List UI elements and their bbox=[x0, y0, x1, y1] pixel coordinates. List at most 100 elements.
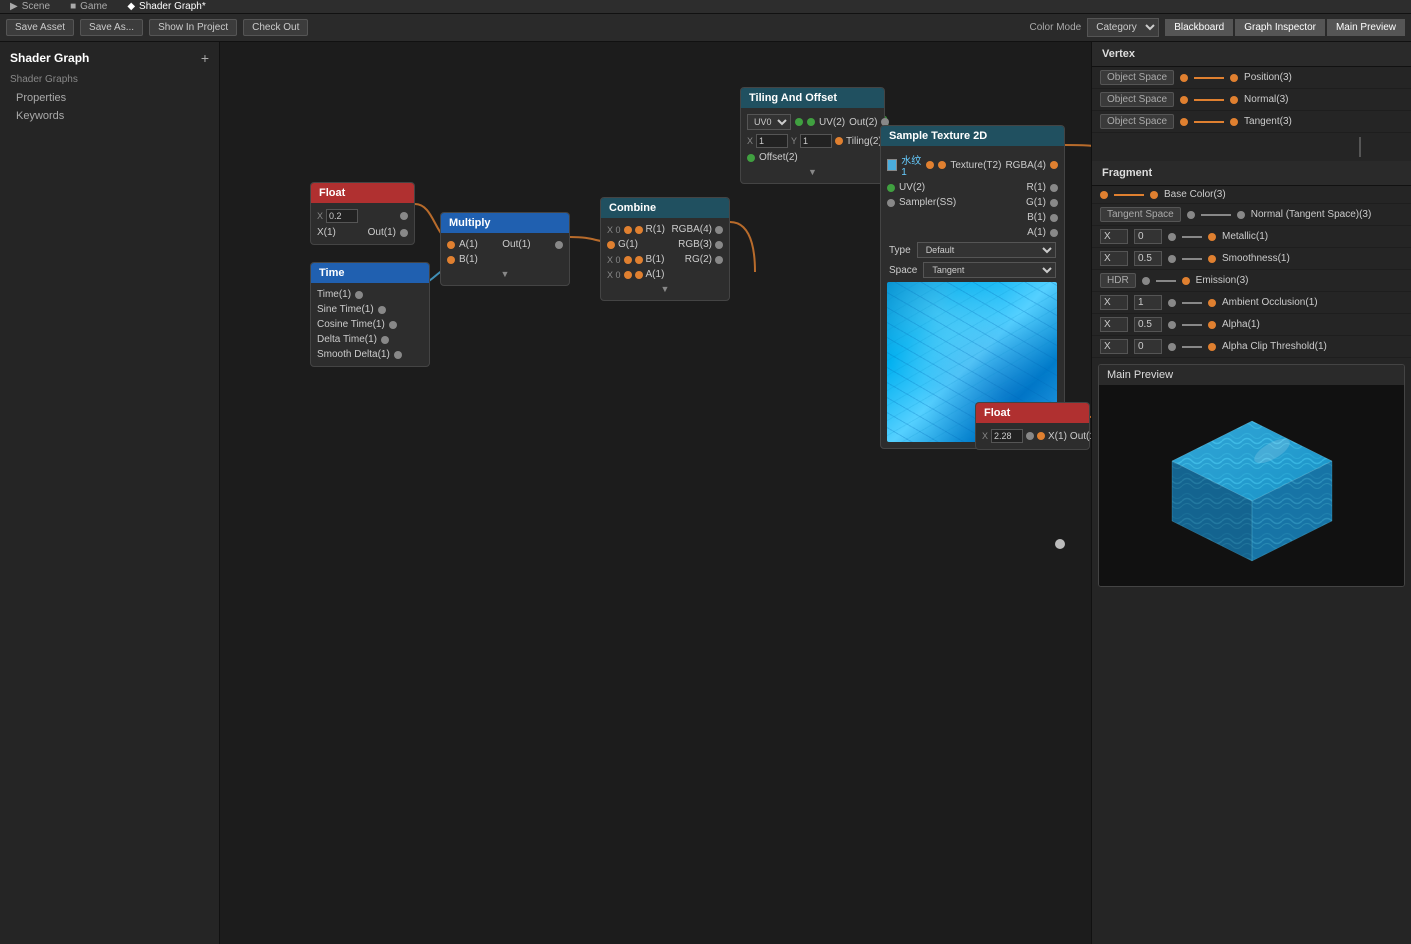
fragment-metallic-x-input[interactable] bbox=[1100, 229, 1128, 244]
fragment-row-alpha: Alpha(1) bbox=[1092, 314, 1411, 336]
multiply-port-b: B(1) bbox=[441, 252, 569, 267]
color-mode-select[interactable]: Category Precision bbox=[1087, 18, 1159, 37]
sidebar-add-button[interactable]: + bbox=[201, 50, 209, 66]
vertex-tangent-tag: Object Space bbox=[1100, 114, 1174, 129]
texture2d-sampler-port: Sampler(SS) G(1) bbox=[881, 195, 1064, 210]
time-port-time: Time(1) bbox=[311, 287, 429, 302]
sidebar-header: Shader Graph + bbox=[0, 42, 219, 70]
float2-in2-dot bbox=[1037, 432, 1045, 440]
tiling-offset-port: Offset(2) bbox=[741, 150, 884, 165]
float2-input-row: X X(1) Out(1) bbox=[976, 427, 1089, 445]
main-preview-header: Main Preview bbox=[1099, 365, 1404, 386]
time-port-sine: Sine Time(1) bbox=[311, 302, 429, 317]
tab-game[interactable]: ■ Game bbox=[66, 1, 111, 12]
main-preview-tab[interactable]: Main Preview bbox=[1327, 19, 1405, 36]
check-out-button[interactable]: Check Out bbox=[243, 19, 308, 36]
shadergraph-icon: ◆ bbox=[127, 1, 135, 12]
tab-scene[interactable]: ▶ Scene bbox=[6, 1, 54, 12]
sidebar-item-properties[interactable]: Properties bbox=[0, 89, 219, 107]
texture2d-uv-dot bbox=[887, 184, 895, 192]
fragment-smoothness-dot bbox=[1168, 255, 1176, 263]
fragment-ao-out-dot bbox=[1208, 299, 1216, 307]
fragment-smoothness-value-input[interactable] bbox=[1134, 251, 1162, 266]
multiply-port-a: A(1) Out(1) bbox=[441, 237, 569, 252]
fragment-smoothness-out-dot bbox=[1208, 255, 1216, 263]
graph-inspector-tab[interactable]: Graph Inspector bbox=[1235, 19, 1325, 36]
fragment-alphaclip-value-input[interactable] bbox=[1134, 339, 1162, 354]
fragment-alpha-value-input[interactable] bbox=[1134, 317, 1162, 332]
vertex-tangent-port: Tangent(3) bbox=[1244, 116, 1292, 127]
float2-value-input[interactable] bbox=[991, 429, 1023, 443]
tab-shadergraph[interactable]: ◆ Shader Graph* bbox=[123, 1, 209, 12]
combine-header: Combine bbox=[601, 198, 729, 218]
save-asset-button[interactable]: Save Asset bbox=[6, 19, 74, 36]
fragment-emission-line bbox=[1156, 280, 1176, 282]
blackboard-tab[interactable]: Blackboard bbox=[1165, 19, 1233, 36]
vertex-fragment-connector bbox=[1359, 137, 1361, 157]
float1-value-input[interactable] bbox=[326, 209, 358, 223]
fragment-alphaclip-line bbox=[1182, 346, 1202, 348]
time-dot-1 bbox=[378, 306, 386, 314]
tiling-x-input[interactable] bbox=[756, 134, 788, 148]
combine-g-dot bbox=[607, 241, 615, 249]
vertex-tangent-line-dot bbox=[1180, 118, 1188, 126]
sidebar-item-keywords[interactable]: Keywords bbox=[0, 107, 219, 125]
game-icon: ■ bbox=[70, 1, 76, 12]
combine-a-in-dot bbox=[624, 271, 632, 279]
fragment-alphaclip-dot bbox=[1168, 343, 1176, 351]
float1-out2-dot bbox=[400, 229, 408, 237]
show-in-project-button[interactable]: Show In Project bbox=[149, 19, 237, 36]
fragment-basecolor-line bbox=[1114, 194, 1144, 196]
fragment-ao-value-input[interactable] bbox=[1134, 295, 1162, 310]
main-preview-panel: Main Preview bbox=[1098, 364, 1405, 587]
fragment-alphaclip-x-input[interactable] bbox=[1100, 339, 1128, 354]
fragment-alpha-x-input[interactable] bbox=[1100, 317, 1128, 332]
texture2d-rgba-out-dot bbox=[1050, 161, 1058, 169]
fragment-row-alphaclip: Alpha Clip Threshold(1) bbox=[1092, 336, 1411, 358]
fragment-row-normal: Tangent Space Normal (Tangent Space)(3) bbox=[1092, 204, 1411, 226]
float-node-2: Float X X(1) Out(1) bbox=[975, 402, 1090, 450]
vertex-normal-line-dot bbox=[1180, 96, 1188, 104]
vertex-position-port: Position(3) bbox=[1244, 72, 1292, 83]
texture2d-texture-label: 水纹1 Texture(T2) RGBA(4) bbox=[881, 150, 1064, 180]
texture2d-type-select[interactable]: DefaultNormal bbox=[917, 242, 1056, 258]
combine-node: Combine X 0 R(1) RGBA(4) G bbox=[600, 197, 730, 301]
texture2d-space-select[interactable]: TangentObjectWorld bbox=[923, 262, 1056, 278]
canvas-area[interactable]: Float X X(1) Out(1) Time bbox=[220, 42, 1091, 944]
fragment-alpha-port: Alpha(1) bbox=[1222, 319, 1260, 330]
cursor bbox=[1055, 539, 1065, 549]
float2-in-dot bbox=[1026, 432, 1034, 440]
fragment-ao-x-input[interactable] bbox=[1100, 295, 1128, 310]
combine-rgb-dot bbox=[715, 241, 723, 249]
tiling-uv-in-dot bbox=[807, 118, 815, 126]
tiling-y-input[interactable] bbox=[800, 134, 832, 148]
sidebar-section-shader-graphs: Shader Graphs bbox=[0, 70, 219, 89]
float1-header: Float bbox=[311, 183, 414, 203]
fragment-row-basecolor: Base Color(3) bbox=[1092, 186, 1411, 204]
tab-bar: ▶ Scene ■ Game ◆ Shader Graph* bbox=[0, 0, 1411, 14]
tiling-uv-row: UV0UV1 UV(2) Out(2) bbox=[741, 112, 884, 132]
save-as-button[interactable]: Save As... bbox=[80, 19, 143, 36]
combine-g-port: G(1) RGB(3) bbox=[601, 237, 729, 252]
time-dot-2 bbox=[389, 321, 397, 329]
fragment-smoothness-line bbox=[1182, 258, 1202, 260]
vertex-tangent-line bbox=[1194, 121, 1224, 123]
fragment-alphaclip-port: Alpha Clip Threshold(1) bbox=[1222, 341, 1327, 352]
combine-a-dot bbox=[635, 271, 643, 279]
texture2d-texture-dot bbox=[938, 161, 946, 169]
fragment-emission-hdr-tag: HDR bbox=[1100, 273, 1136, 288]
fragment-normal-tag: Tangent Space bbox=[1100, 207, 1181, 222]
multiply-in-b-dot bbox=[447, 256, 455, 264]
texture2d-node: Sample Texture 2D 水纹1 Texture(T2) RGBA(4… bbox=[880, 125, 1065, 449]
texture2d-g-dot bbox=[1050, 199, 1058, 207]
tiling-uv-select[interactable]: UV0UV1 bbox=[747, 114, 791, 130]
fragment-metallic-value-input[interactable] bbox=[1134, 229, 1162, 244]
fragment-emission-dot bbox=[1142, 277, 1150, 285]
fragment-alpha-dot bbox=[1168, 321, 1176, 329]
texture2d-uv-port: UV(2) R(1) bbox=[881, 180, 1064, 195]
fragment-normal-port: Normal (Tangent Space)(3) bbox=[1251, 209, 1372, 220]
fragment-smoothness-x-input[interactable] bbox=[1100, 251, 1128, 266]
fragment-alphaclip-out-dot bbox=[1208, 343, 1216, 351]
fragment-basecolor-dot bbox=[1100, 191, 1108, 199]
vertex-position-line bbox=[1194, 77, 1224, 79]
